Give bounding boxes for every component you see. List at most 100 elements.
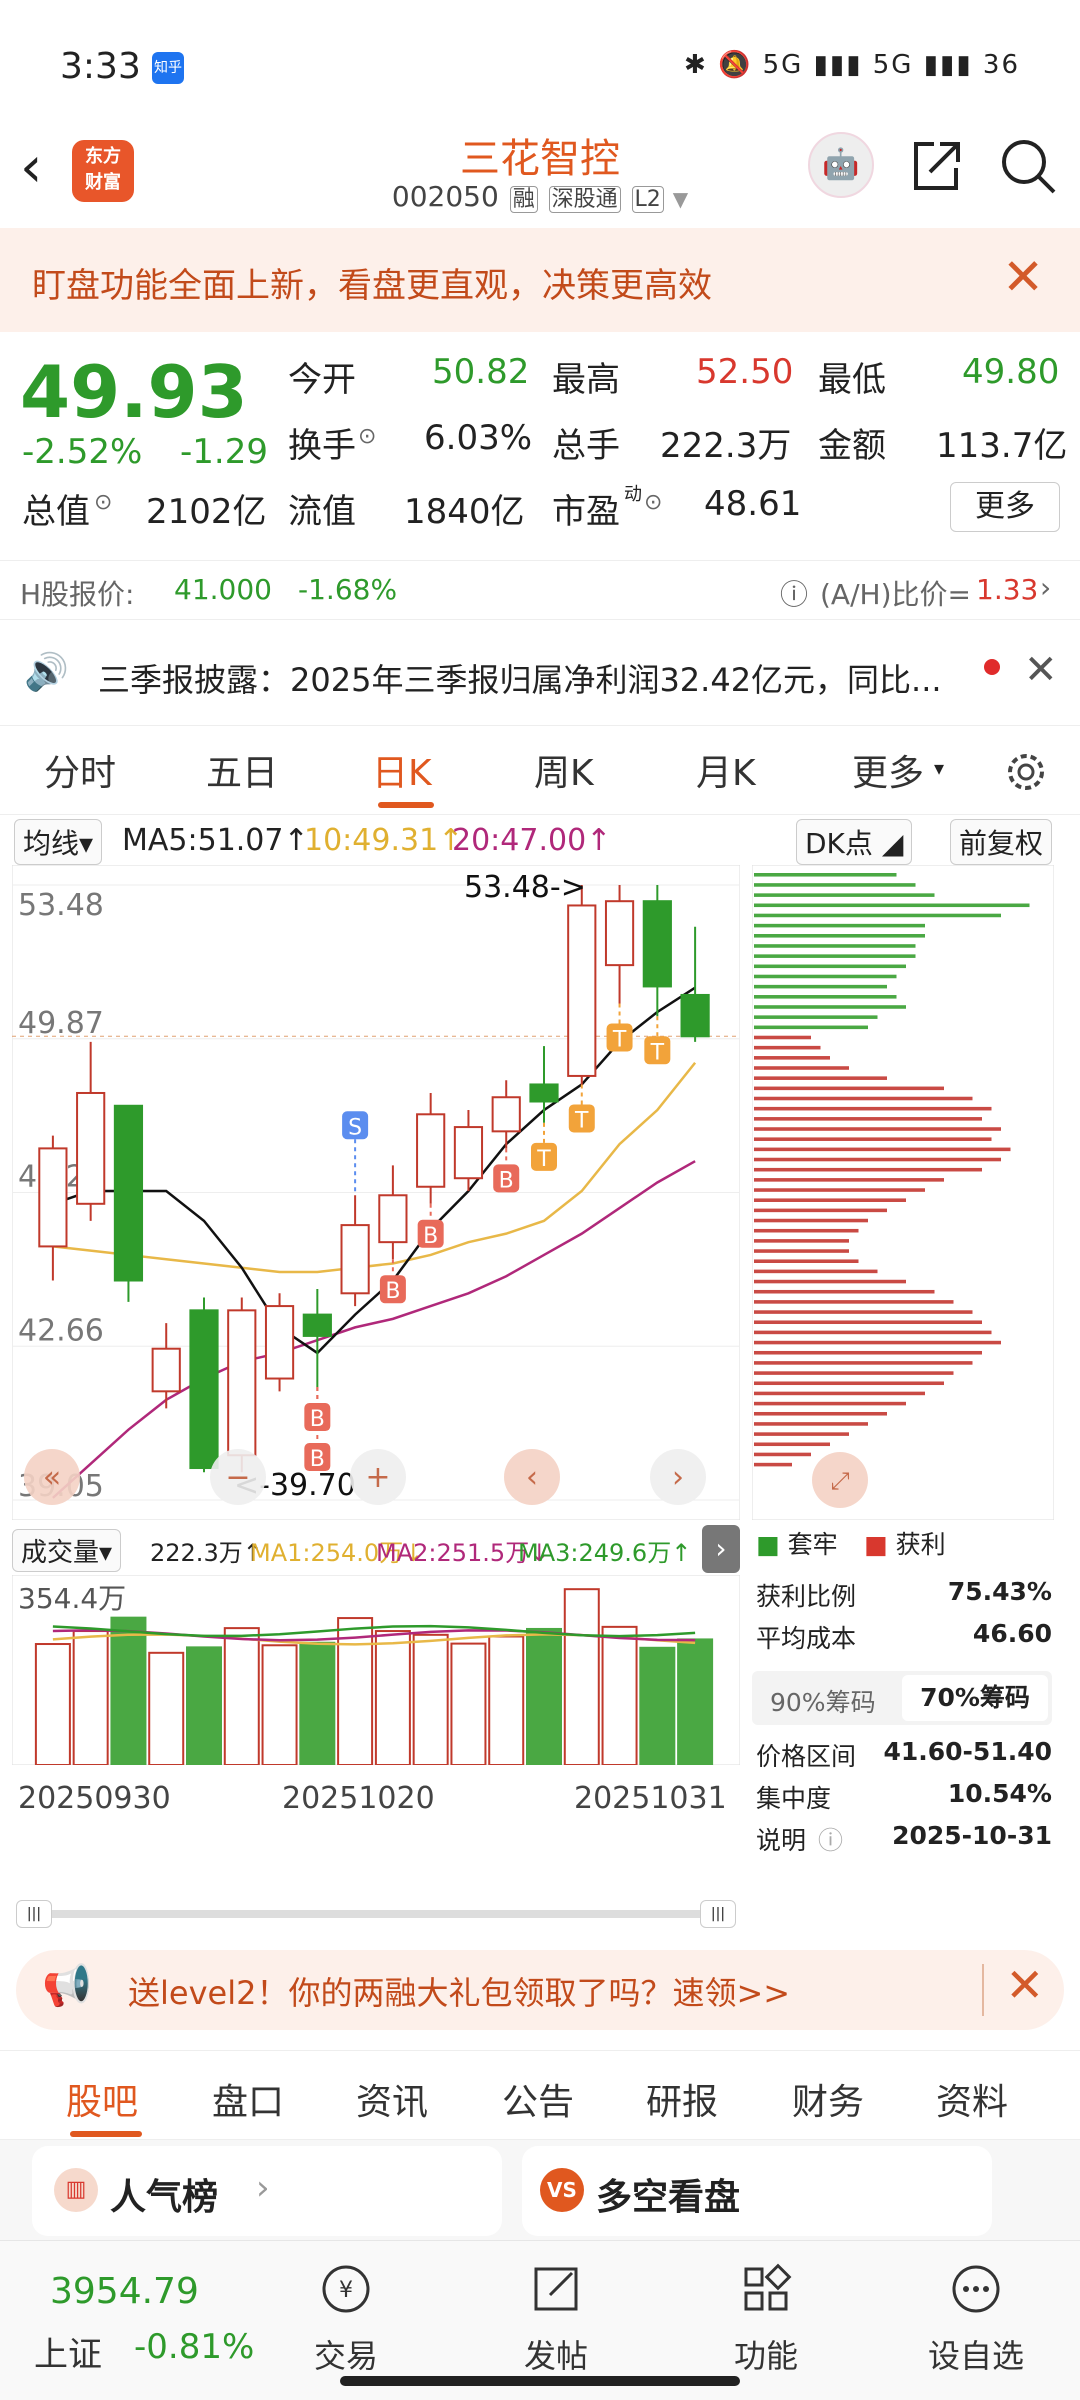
avg-cost-label: 平均成本 xyxy=(756,1624,857,1653)
signal-marker-label: T xyxy=(536,1147,551,1172)
pe-label: 市盈 xyxy=(552,492,620,532)
scroller-right-handle[interactable]: ||| xyxy=(700,1900,736,1928)
stock-code: 002050 xyxy=(391,180,499,213)
index-pct[interactable]: -0.81% xyxy=(134,2327,254,2367)
unread-dot xyxy=(984,659,1000,675)
feature-banner[interactable]: 盯盘功能全面上新，看盘更直观，决策更高效 ✕ xyxy=(0,228,1080,332)
tab-daily-k[interactable]: 日K xyxy=(372,744,432,796)
nav-trade[interactable]: ¥ 交易 xyxy=(276,2261,416,2377)
open-value: 50.82 xyxy=(432,352,530,392)
nav-watchlist[interactable]: 设自选 xyxy=(906,2261,1046,2377)
nav-watchlist-label: 设自选 xyxy=(927,2337,1024,2375)
chip-frame xyxy=(752,865,1054,1520)
adjust-selector[interactable]: 前复权 xyxy=(950,819,1053,865)
candle xyxy=(529,1083,559,1103)
share-icon[interactable] xyxy=(904,134,968,198)
tab-news[interactable]: 资讯 xyxy=(356,2073,428,2125)
info-icon[interactable]: ⓘ xyxy=(818,1821,843,1857)
margin-tag: 融 xyxy=(509,186,538,213)
chart-range-scroller[interactable]: ||| ||| xyxy=(12,1898,740,1928)
notification-app-icon: 知乎 xyxy=(152,52,184,84)
volume-bar xyxy=(639,1646,676,1765)
chip-bar xyxy=(754,1310,973,1314)
chip-bar xyxy=(754,1035,811,1040)
assistant-avatar-icon[interactable]: 🤖 xyxy=(808,132,874,198)
chip-bar xyxy=(754,923,925,928)
hshare-row[interactable]: H股报价: 41.000 -1.68% ⓘ (A/H)比价= 1.33 › xyxy=(0,560,1080,620)
ma10-value: 10:49.31↑ xyxy=(304,823,464,858)
candle xyxy=(189,1309,219,1470)
tab-research[interactable]: 研报 xyxy=(646,2073,718,2125)
hshare-pct: -1.68% xyxy=(298,573,398,606)
close-icon[interactable]: ✕ xyxy=(1005,1958,1044,2012)
hshare-label: H股报价: xyxy=(20,578,135,611)
tab-weekly-k[interactable]: 周K xyxy=(534,744,594,796)
chevron-down-icon[interactable]: ▼ xyxy=(673,187,688,211)
tab-five-day[interactable]: 五日 xyxy=(206,744,278,796)
tab-orderbook[interactable]: 盘口 xyxy=(212,2073,284,2125)
ma-selector[interactable]: 均线▾ xyxy=(14,819,103,865)
volume-selector-label: 成交量 xyxy=(21,1538,100,1568)
index-name[interactable]: 上证 xyxy=(34,2327,102,2376)
signal-marker-label: T xyxy=(612,1027,627,1052)
info-icon[interactable]: ⊙ xyxy=(358,424,376,449)
volume-bar xyxy=(563,1588,600,1765)
yuan-exchange-icon: ¥ xyxy=(322,2265,370,2313)
ma-selector-label: 均线 xyxy=(23,827,80,860)
info-icon[interactable]: ⊙ xyxy=(94,490,112,515)
chip-bar xyxy=(754,974,897,979)
tab-forum[interactable]: 股吧 xyxy=(66,2073,138,2125)
volume-bar xyxy=(601,1625,638,1765)
chip-bar xyxy=(754,1381,944,1386)
search-icon[interactable] xyxy=(996,134,1060,198)
popularity-card[interactable]: ▥ 人气榜 › xyxy=(32,2146,502,2236)
close-icon[interactable]: ✕ xyxy=(1024,647,1058,693)
clock: 3:33 xyxy=(60,46,141,87)
high-value: 52.50 xyxy=(696,352,794,392)
connect-tag: 深股通 xyxy=(548,186,621,213)
volume-value: 222.3万 xyxy=(660,426,792,466)
expand-right-icon[interactable]: › xyxy=(702,1525,740,1573)
float-label: 流值 xyxy=(288,492,356,532)
info-icon[interactable]: ⊙ xyxy=(644,490,662,515)
chip-info-panel: ■ 套牢 ■ 获利 获利比例 75.43% 平均成本 46.60 90%筹码 7… xyxy=(752,1525,1062,1855)
tab-profile[interactable]: 资料 xyxy=(936,2073,1008,2125)
volume-bar xyxy=(488,1635,525,1765)
candle xyxy=(642,900,672,988)
tab-more[interactable]: 更多 xyxy=(852,744,924,796)
zoom-out-icon-glyph: − xyxy=(225,1460,250,1495)
chip-bar xyxy=(754,1127,1001,1131)
chip-bar xyxy=(754,1249,849,1253)
scroller-left-handle[interactable]: ||| xyxy=(16,1900,52,1928)
ma20-value: 20:47.00↑ xyxy=(452,823,612,858)
candlestick-chart[interactable]: 53.4849.8746.2742.6639.05SBBBBTTTTB53.48… xyxy=(12,865,740,1520)
y-tick-label: 42.66 xyxy=(18,1313,104,1348)
expand-glyph: ⤢ xyxy=(830,1467,849,1495)
chip-bar xyxy=(754,1086,944,1091)
nav-functions[interactable]: 功能 xyxy=(696,2261,836,2377)
tab-70-chips[interactable]: 70%筹码 xyxy=(902,1675,1048,1721)
tab-90-chips[interactable]: 90%筹码 xyxy=(770,1683,876,1719)
level2-promo[interactable]: 📢 送level2！你的两融大礼包领取了吗？速领>> ✕ xyxy=(16,1950,1064,2030)
bull-bear-card[interactable]: VS 多空看盘 xyxy=(522,2146,992,2236)
chevron-right-icon: › xyxy=(1040,571,1052,604)
chip-bar xyxy=(754,893,935,897)
index-value[interactable]: 3954.79 xyxy=(50,2271,199,2312)
close-icon[interactable]: ✕ xyxy=(1002,248,1044,306)
tab-intraday[interactable]: 分时 xyxy=(44,744,116,796)
chip-bar xyxy=(754,1178,944,1182)
tab-financials[interactable]: 财务 xyxy=(792,2073,864,2125)
change-percent: -2.52% xyxy=(22,432,143,472)
help-icon[interactable]: ⓘ xyxy=(780,573,808,613)
dk-point-selector[interactable]: DK点 ◢ xyxy=(796,819,913,865)
more-button[interactable]: 更多 xyxy=(950,482,1060,532)
candle xyxy=(151,1347,181,1393)
chip-bar xyxy=(754,1005,906,1009)
gear-icon[interactable] xyxy=(1002,748,1050,796)
volume-selector[interactable]: 成交量▾ xyxy=(12,1529,122,1572)
vs-icon: VS xyxy=(540,2168,584,2212)
nav-post[interactable]: 发帖 xyxy=(486,2261,626,2377)
tab-announcements[interactable]: 公告 xyxy=(502,2073,574,2125)
tab-monthly-k[interactable]: 月K xyxy=(696,744,756,796)
report-notice[interactable]: 🔊 三季报披露：2025年三季报归属净利润32.42亿元，同比... ✕ xyxy=(0,635,1080,715)
